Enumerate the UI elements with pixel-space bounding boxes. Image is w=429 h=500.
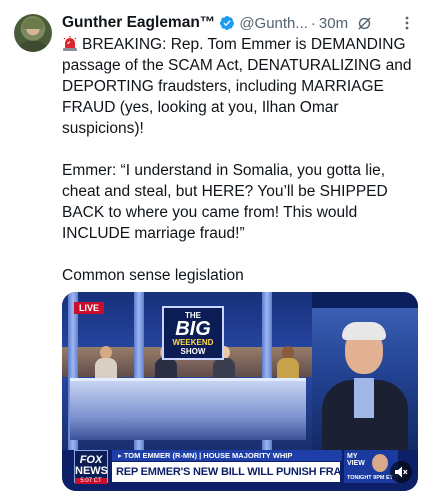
- muted-speaker-icon[interactable]: [390, 461, 412, 483]
- tweet-paragraph-1: BREAKING: Rep. Tom Emmer is DEMANDING pa…: [62, 34, 422, 139]
- show-logo-show: SHOW: [180, 347, 206, 356]
- show-promo: MY VIEW TONIGHT 9PM ET: [344, 450, 398, 483]
- siren-emoji-icon: [62, 36, 78, 51]
- guest-inset: [312, 308, 418, 450]
- guest-strap: ▸ TOM EMMER (R-MN) | HOUSE MAJORITY WHIP: [112, 450, 342, 461]
- guest-shirt: [354, 378, 374, 418]
- tweet-paragraph-2: Emmer: “I understand in Somalia, you got…: [62, 162, 393, 242]
- tweet-text: BREAKING: Rep. Tom Emmer is DEMANDING pa…: [62, 34, 422, 307]
- more-options-icon[interactable]: [399, 15, 415, 31]
- video-player[interactable]: THE BIG WEEKEND SHOW LIVE FOX NEWS 5:07 …: [62, 292, 418, 491]
- tweet-header: Gunther Eagleman™ @Gunth... · 30m: [62, 12, 421, 34]
- live-badge: LIVE: [74, 302, 105, 314]
- author-avatar[interactable]: [14, 14, 52, 52]
- show-logo: THE BIG WEEKEND SHOW: [162, 306, 224, 360]
- show-logo-weekend: WEEKEND: [172, 338, 214, 347]
- avatar-shirt: [19, 41, 47, 52]
- grok-icon[interactable]: [356, 15, 373, 32]
- verified-badge-icon[interactable]: [219, 15, 235, 31]
- promo-title: MY VIEW: [347, 453, 365, 467]
- lower-third: FOX NEWS 5:07 CT ▸ TOM EMMER (R-MN) | HO…: [62, 450, 418, 491]
- anchor-desk: [70, 378, 306, 440]
- news-label: NEWS: [75, 465, 108, 477]
- tweet-time[interactable]: 30m: [319, 15, 348, 32]
- headline-strap: REP EMMER'S NEW BILL WILL PUNISH FRAUDST…: [112, 462, 393, 482]
- guest-hair: [342, 322, 386, 340]
- show-logo-big: BIG: [175, 318, 211, 340]
- panelist: [276, 346, 300, 380]
- panelist: [94, 346, 118, 380]
- broadcast-clock: 5:07 CT: [75, 478, 107, 484]
- promo-line-1: MY: [347, 453, 358, 460]
- promo-time: TONIGHT 9PM ET: [347, 475, 394, 481]
- fox-news-logo: FOX NEWS 5:07 CT: [74, 450, 108, 484]
- promo-line-2: VIEW: [347, 460, 365, 467]
- tweet-paragraph-1-text: BREAKING: Rep. Tom Emmer is DEMANDING pa…: [62, 36, 416, 137]
- avatar-cap: [22, 18, 44, 29]
- separator-dot: ·: [310, 14, 316, 32]
- promo-host-face: [372, 454, 388, 472]
- tweet-paragraph-3: Common sense legislation: [62, 267, 244, 284]
- studio-scene: THE BIG WEEKEND SHOW LIVE: [62, 292, 312, 450]
- author-handle[interactable]: @Gunth...: [239, 15, 308, 32]
- author-name[interactable]: Gunther Eagleman™: [62, 14, 215, 32]
